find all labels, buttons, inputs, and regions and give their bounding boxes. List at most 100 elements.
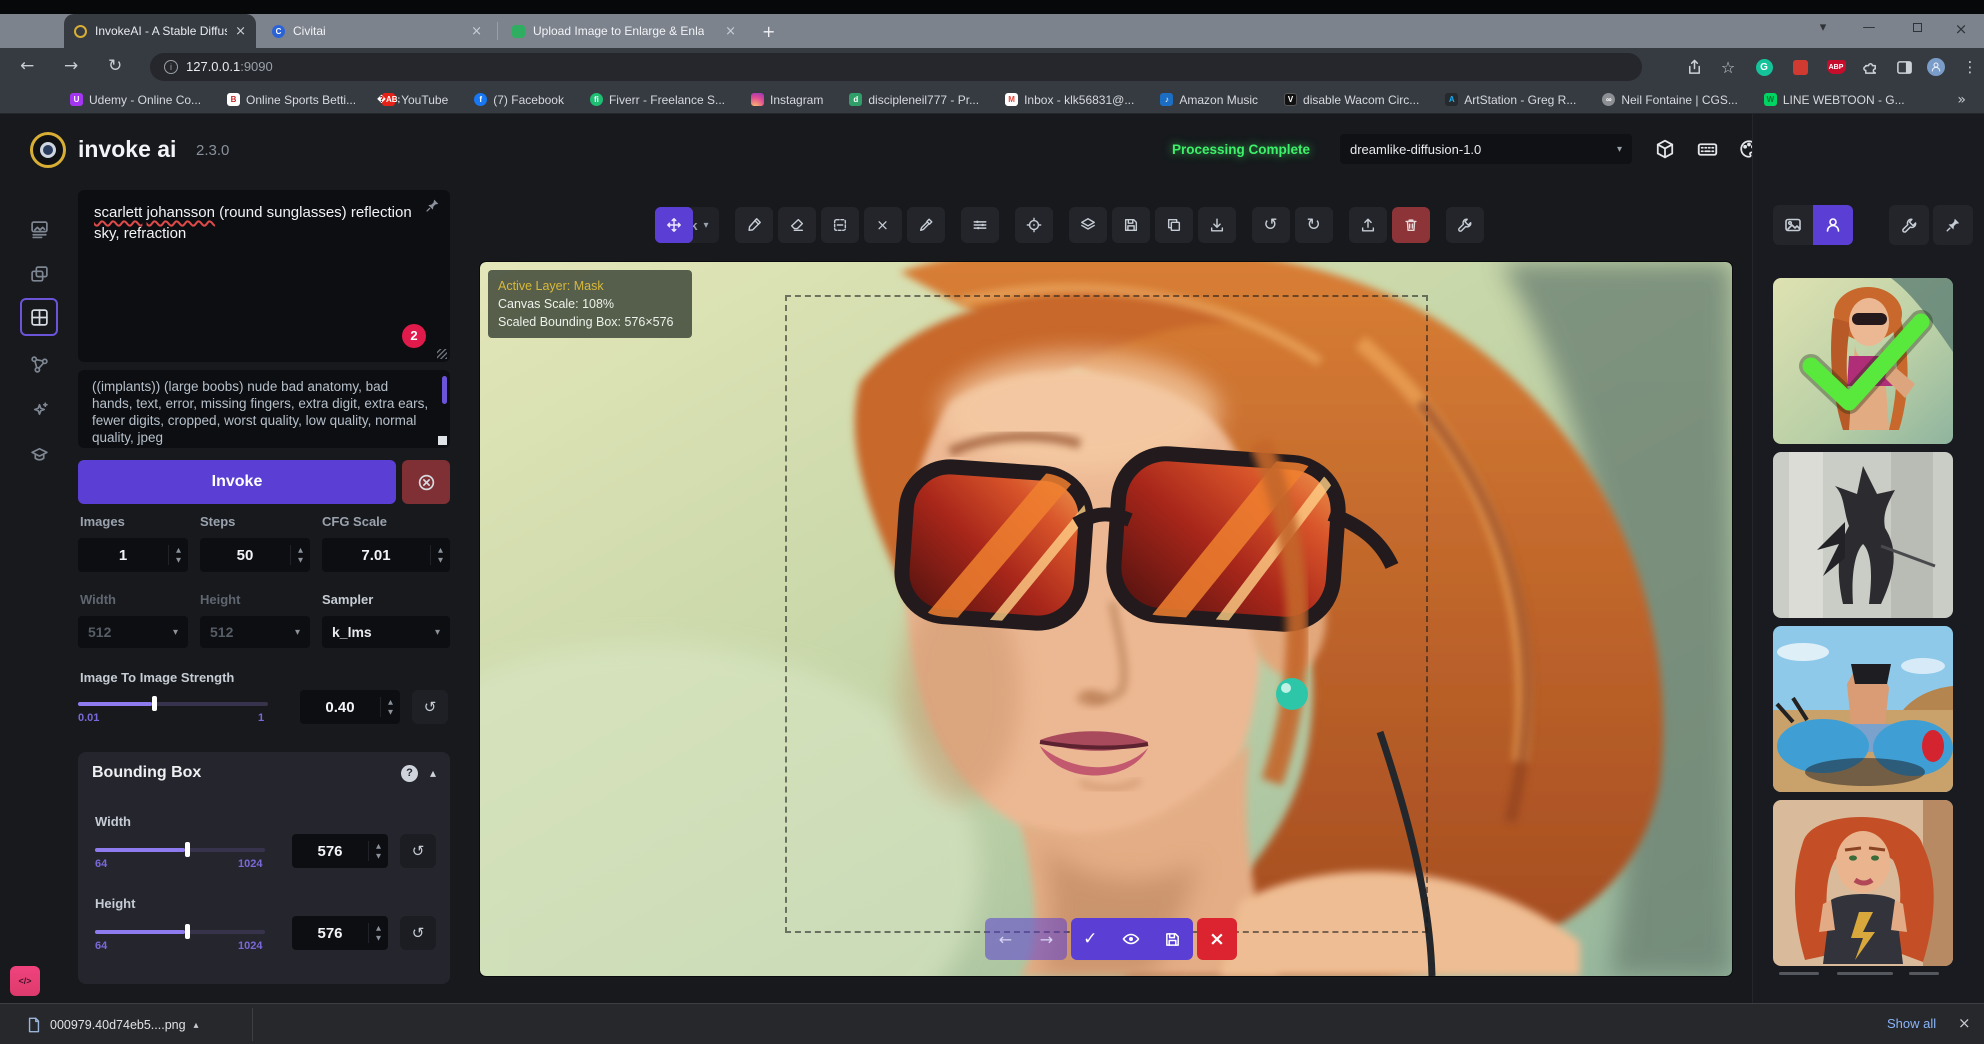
stepper[interactable]: ▲▼ bbox=[368, 923, 388, 943]
next-image-button[interactable]: → bbox=[1040, 930, 1053, 949]
bbox-height-reset-icon[interactable]: ↺ bbox=[400, 916, 436, 950]
strength-slider[interactable] bbox=[78, 702, 268, 706]
bookmark-item[interactable]: f(7) Facebook bbox=[474, 93, 564, 107]
tab-text-to-image[interactable] bbox=[20, 210, 58, 248]
bookmark-item[interactable]: MInbox - klk56831@... bbox=[1005, 93, 1134, 107]
tab-unified-canvas[interactable] bbox=[20, 298, 58, 336]
negative-prompt-input[interactable]: ((implants)) (large boobs) nude bad anat… bbox=[78, 370, 450, 448]
bookmark-item[interactable]: ddiscipleneil777 - Pr... bbox=[849, 93, 979, 107]
bookmark-item[interactable]: �AB;YouTube bbox=[382, 93, 448, 107]
gallery-thumbnail[interactable] bbox=[1773, 452, 1953, 618]
gallery-thumbnail-selected[interactable] bbox=[1773, 278, 1953, 444]
address-bar[interactable]: i 127.0.0.1:9090 bbox=[150, 53, 1642, 81]
help-icon[interactable]: ? bbox=[401, 765, 418, 782]
tab-post-processing[interactable] bbox=[20, 390, 58, 428]
share-icon[interactable] bbox=[1684, 57, 1704, 77]
hotkeys-keyboard-icon[interactable] bbox=[1694, 136, 1720, 162]
stepper[interactable]: ▲▼ bbox=[290, 545, 310, 565]
gallery-settings-button[interactable] bbox=[1889, 205, 1929, 245]
resize-handle[interactable] bbox=[437, 349, 447, 359]
bbox-width-reset-icon[interactable]: ↺ bbox=[400, 834, 436, 868]
discard-staging-button[interactable]: × bbox=[1209, 928, 1225, 950]
clear-canvas-button[interactable] bbox=[1392, 207, 1430, 243]
bookmark-item[interactable]: Instagram bbox=[751, 93, 823, 107]
show-hide-mask-button[interactable] bbox=[1122, 930, 1140, 948]
erase-bounding-area-button[interactable] bbox=[821, 207, 859, 243]
browser-tab-invokeai[interactable]: InvokeAI - A Stable Diffusion Tou × bbox=[64, 14, 256, 48]
bookmark-star-icon[interactable]: ☆ bbox=[1718, 57, 1738, 77]
redo-button[interactable]: ↻ bbox=[1295, 207, 1333, 243]
downloads-close-icon[interactable]: × bbox=[1958, 1014, 1971, 1032]
close-window-button[interactable]: × bbox=[1950, 20, 1972, 38]
bbox-width-slider[interactable] bbox=[95, 848, 265, 852]
stepper[interactable]: ▲▼ bbox=[380, 697, 400, 717]
model-select[interactable]: dreamlike-diffusion-1.0 ▾ bbox=[1340, 134, 1632, 164]
images-input[interactable]: 1 ▲▼ bbox=[78, 538, 188, 572]
minimize-button[interactable]: — bbox=[1858, 20, 1880, 35]
show-all-downloads-link[interactable]: Show all bbox=[1887, 1016, 1936, 1031]
strength-input[interactable]: 0.40 ▲▼ bbox=[300, 690, 400, 724]
resize-handle[interactable] bbox=[438, 436, 447, 445]
tab-close-icon[interactable]: × bbox=[471, 24, 482, 39]
bookmark-item[interactable]: Vdisable Wacom Circ... bbox=[1284, 93, 1419, 107]
gallery-pin-button[interactable] bbox=[1933, 205, 1973, 245]
strength-reset-icon[interactable]: ↺ bbox=[412, 690, 448, 724]
stepper[interactable]: ▲▼ bbox=[168, 545, 188, 565]
tab-image-to-image[interactable] bbox=[20, 255, 58, 293]
brush-options-button[interactable] bbox=[961, 207, 999, 243]
profile-avatar[interactable] bbox=[1926, 57, 1946, 77]
stepper[interactable]: ▲▼ bbox=[430, 545, 450, 565]
side-panel-icon[interactable] bbox=[1894, 57, 1914, 77]
tab-search-button[interactable]: ▾ bbox=[1812, 20, 1834, 35]
reset-view-button[interactable] bbox=[1015, 207, 1053, 243]
invoke-button[interactable]: Invoke bbox=[78, 460, 396, 504]
download-image-button[interactable] bbox=[1198, 207, 1236, 243]
collapse-chevron-icon[interactable]: ▴ bbox=[430, 766, 436, 780]
site-info-icon[interactable]: i bbox=[164, 60, 178, 74]
gallery-scrollbar[interactable] bbox=[1909, 972, 1939, 975]
bookmark-item[interactable]: ∞Neil Fontaine | CGS... bbox=[1602, 93, 1738, 107]
gallery-thumbnail[interactable] bbox=[1773, 800, 1953, 966]
download-chevron-icon[interactable]: ▴ bbox=[194, 1020, 199, 1031]
model-manager-icon[interactable] bbox=[1652, 136, 1678, 162]
gallery-scrollbar[interactable] bbox=[1837, 972, 1893, 975]
sampler-select[interactable]: k_lms▾ bbox=[322, 616, 450, 648]
tab-close-icon[interactable]: × bbox=[725, 24, 736, 39]
bbox-height-input[interactable]: 576 ▲▼ bbox=[292, 916, 388, 950]
browser-tab-upload-image[interactable]: Upload Image to Enlarge & Enla × bbox=[502, 14, 746, 48]
bbox-height-slider[interactable] bbox=[95, 930, 265, 934]
merge-layers-button[interactable] bbox=[1069, 207, 1107, 243]
eraser-tool-button[interactable] bbox=[778, 207, 816, 243]
browser-tab-civitai[interactable]: C Civitai × bbox=[262, 14, 492, 48]
tab-training[interactable] bbox=[20, 435, 58, 473]
bookmark-item[interactable]: UUdemy - Online Co... bbox=[70, 93, 201, 107]
bookmark-item[interactable]: AArtStation - Greg R... bbox=[1445, 93, 1576, 107]
pin-icon[interactable] bbox=[425, 198, 440, 213]
tab-nodes[interactable] bbox=[20, 345, 58, 383]
cfg-input[interactable]: 7.01 ▲▼ bbox=[322, 538, 450, 572]
color-picker-button[interactable] bbox=[907, 207, 945, 243]
bookmark-item[interactable]: BOnline Sports Betti... bbox=[227, 93, 356, 107]
upload-image-button[interactable] bbox=[1349, 207, 1387, 243]
download-item[interactable]: 000979.40d74eb5....png ▴ bbox=[16, 1011, 209, 1039]
steps-input[interactable]: 50 ▲▼ bbox=[200, 538, 310, 572]
bookmark-item[interactable]: ♪Amazon Music bbox=[1160, 93, 1258, 107]
bounding-box-overlay[interactable] bbox=[785, 295, 1428, 933]
maximize-button[interactable] bbox=[1906, 23, 1928, 32]
accept-image-button[interactable]: ✓ bbox=[1083, 929, 1097, 949]
adblock-plus-icon[interactable]: ABP bbox=[1826, 57, 1846, 77]
brush-tool-button[interactable] bbox=[735, 207, 773, 243]
copy-to-clipboard-button[interactable] bbox=[1155, 207, 1193, 243]
stepper[interactable]: ▲▼ bbox=[368, 841, 388, 861]
gallery-user-tab-button[interactable] bbox=[1813, 205, 1853, 245]
cancel-button[interactable] bbox=[402, 460, 450, 504]
bbox-width-input[interactable]: 576 ▲▼ bbox=[292, 834, 388, 868]
bookmark-item[interactable]: fiFiverr - Freelance S... bbox=[590, 93, 725, 107]
tab-close-icon[interactable]: × bbox=[235, 24, 246, 39]
bookmark-item[interactable]: WLINE WEBTOON - G... bbox=[1764, 93, 1905, 107]
gallery-images-tab-button[interactable] bbox=[1773, 205, 1813, 245]
extensions-puzzle-icon[interactable] bbox=[1860, 57, 1880, 77]
canvas-settings-button[interactable] bbox=[1446, 207, 1484, 243]
previous-image-button[interactable]: ← bbox=[999, 930, 1012, 949]
save-to-gallery-button[interactable] bbox=[1112, 207, 1150, 243]
